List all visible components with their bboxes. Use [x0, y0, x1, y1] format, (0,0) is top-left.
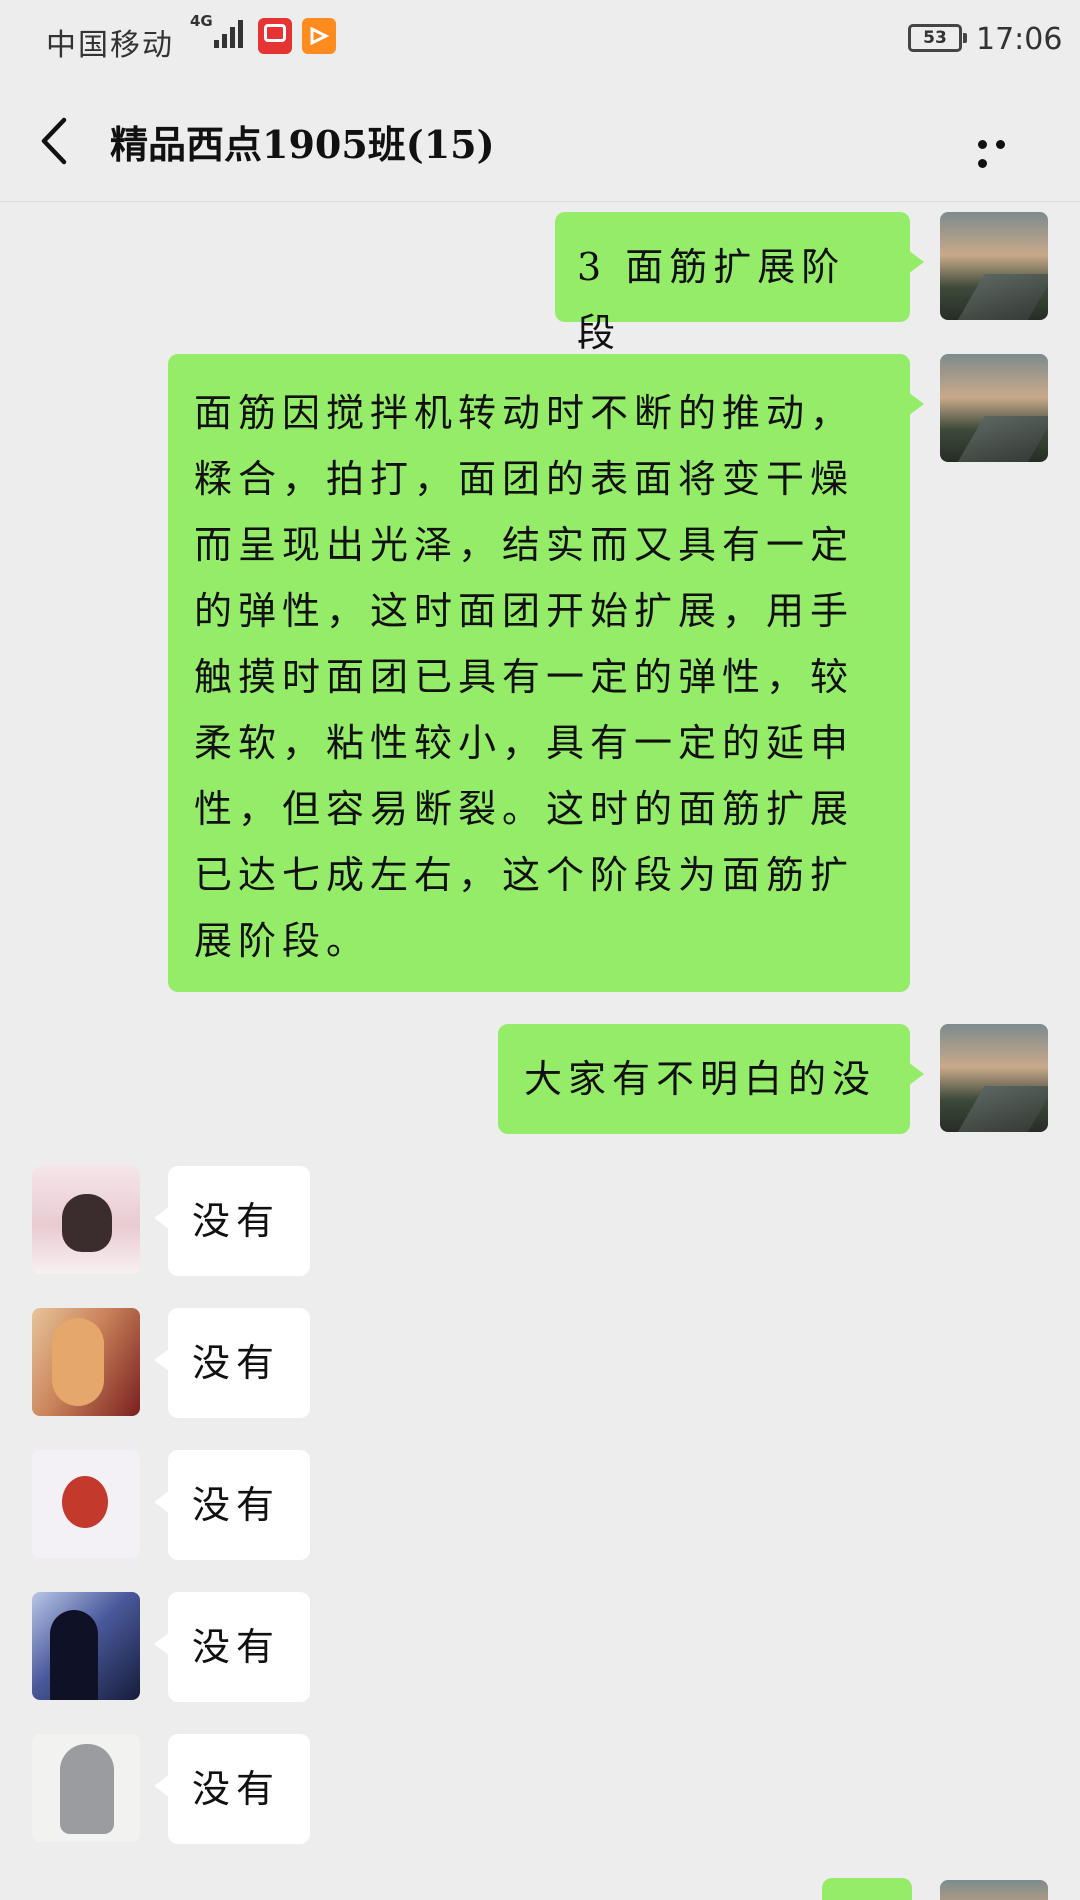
message-text: 3 面筋扩展阶段	[577, 245, 846, 355]
message-text: 没有	[192, 1199, 281, 1243]
message-line: 的弹性，这时面团开始扩展，用手	[194, 589, 855, 633]
message-line: 已达七成左右，这个阶段为面筋扩	[194, 853, 855, 897]
signal-icon	[214, 20, 243, 48]
network-type: 4G	[190, 12, 213, 30]
message-line: 面筋因搅拌机转动时不断的推动，	[194, 391, 855, 435]
avatar-self[interactable]	[940, 354, 1048, 462]
message-line: 糅合，拍打，面团的表面将变干燥	[194, 457, 855, 501]
message-bubble-incoming[interactable]: 没有	[154, 1450, 310, 1560]
video-app-icon	[258, 18, 292, 54]
avatar-self[interactable]	[940, 1024, 1048, 1132]
clock: 17:06	[976, 22, 1063, 57]
chevron-left-icon[interactable]	[36, 116, 76, 166]
message-line: 展阶段。	[194, 919, 371, 963]
message-bubble-incoming[interactable]: 没有	[154, 1592, 310, 1702]
status-bar: 中国移动 4G 53 17:06	[0, 0, 1080, 78]
message-line: 触摸时面团已具有一定的弹性，较	[194, 655, 855, 699]
carrier-name: 中国移动	[46, 28, 174, 63]
more-dots-icon[interactable]	[978, 134, 1028, 168]
message-bubble-incoming[interactable]: 没有	[154, 1734, 310, 1844]
battery-icon: 53	[908, 24, 967, 52]
message-line: 性，但容易断裂。这时的面筋扩展	[194, 787, 855, 831]
message-text: 没有	[192, 1341, 281, 1385]
player-app-icon	[302, 18, 336, 54]
message-bubble-incoming[interactable]: 没有	[154, 1166, 310, 1276]
chat-title: 精品西点1905班(15)	[110, 122, 495, 167]
avatar-member[interactable]	[32, 1166, 140, 1274]
avatar-self-partial[interactable]	[940, 1880, 1048, 1900]
chat-header: 精品西点1905班(15)	[0, 78, 1080, 202]
avatar-member[interactable]	[32, 1592, 140, 1700]
message-bubble-outgoing[interactable]: 大家有不明白的没	[498, 1024, 924, 1134]
message-bubble-outgoing[interactable]: 面筋因搅拌机转动时不断的推动， 糅合，拍打，面团的表面将变干燥 而呈现出光泽，结…	[168, 354, 924, 992]
avatar-member[interactable]	[32, 1734, 140, 1842]
message-bubble-incoming[interactable]: 没有	[154, 1308, 310, 1418]
message-text: 没有	[192, 1625, 281, 1669]
message-text: 没有	[192, 1483, 281, 1527]
message-text: 没有	[192, 1767, 281, 1811]
avatar-member[interactable]	[32, 1308, 140, 1416]
avatar-member[interactable]	[32, 1450, 140, 1558]
message-text: 大家有不明白的没	[524, 1057, 877, 1101]
avatar-self[interactable]	[940, 212, 1048, 320]
message-bubble-outgoing[interactable]: 3 面筋扩展阶段	[555, 212, 924, 355]
message-line: 而呈现出光泽，结实而又具有一定	[194, 523, 855, 567]
message-bubble-outgoing-partial[interactable]	[822, 1878, 912, 1900]
message-line: 柔软，粘性较小，具有一定的延申	[194, 721, 855, 765]
